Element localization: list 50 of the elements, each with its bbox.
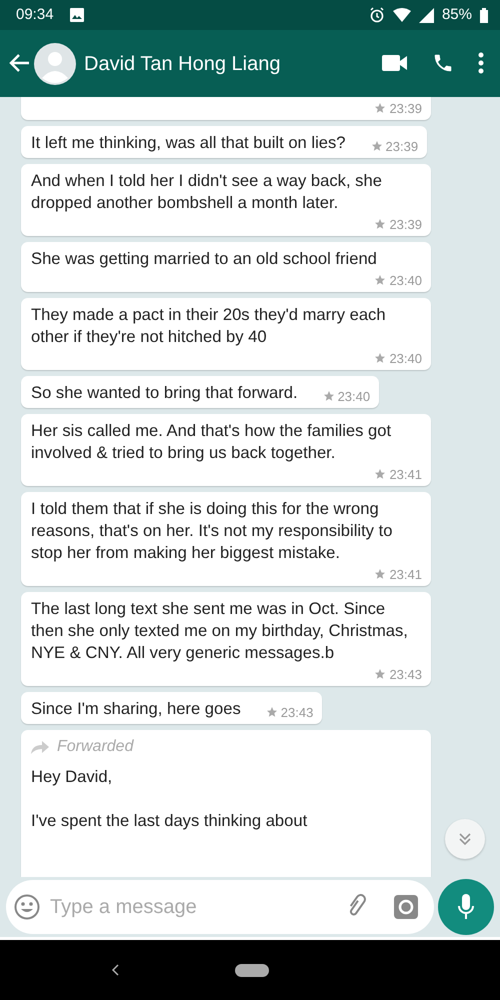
message-input[interactable]: Type a message: [48, 891, 336, 923]
message-bubble[interactable]: And when I told her I didn't see a way back, she dropped another bombshell a month later. 23:39: [21, 164, 431, 236]
message-text: I told them that if she is doing this for the wrong reasons, that's on her. It's not my responsibility to stop her from making her biggest mistake.: [31, 498, 394, 564]
alarm-icon: [368, 7, 385, 23]
message-time: 23:41: [389, 567, 422, 582]
message-field[interactable]: Type a message: [6, 880, 434, 934]
chevrons-down-icon: [458, 832, 472, 846]
message-time: 23:43: [389, 667, 422, 682]
home-nav-icon[interactable]: [235, 964, 269, 976]
message-text: She was getting married to an old school friend: [31, 248, 377, 270]
back-nav-icon[interactable]: [111, 964, 119, 976]
message-text: The last long text she sent me was in Oct. Since then she only texted me on my birthday, Christmas, NYE & CNY. All very generic messages.b: [31, 598, 409, 664]
message-bubble[interactable]: They made a pact in their 20s they'd marry each other if they're not hitched by 40 23:40: [21, 298, 431, 370]
forward-icon: [31, 740, 49, 754]
message-text: It left me thinking, was all that built on lies?: [31, 132, 346, 154]
battery-icon: [480, 8, 488, 22]
message-bubble[interactable]: It left me thinking, was all that built on lies? 23:39: [21, 126, 428, 158]
signal-icon: [418, 8, 434, 22]
image-icon: [70, 8, 84, 22]
message-text: And when I told her I didn't see a way back, she dropped another bombshell a month later.: [31, 170, 383, 214]
message-bubble[interactable]: She was getting married to an old school friend 23:40: [21, 242, 431, 292]
message-time: 23:40: [389, 351, 422, 366]
message-bubble[interactable]: Since I'm sharing, here goes 23:43: [21, 692, 322, 724]
camera-icon[interactable]: [394, 895, 418, 919]
message-text: Her sis called me. And that's how the families got involved & tried to bring us back together.: [31, 420, 392, 464]
avatar-icon[interactable]: [34, 42, 76, 84]
message-time: 23:43: [280, 705, 314, 720]
message-time: 23:41: [389, 467, 422, 482]
message-text: They made a pact in their 20s they'd marry each other if they're not hitched by 40: [31, 304, 387, 348]
message-time: 23:40: [389, 273, 422, 288]
battery-percent: 85%: [442, 4, 472, 25]
forwarded-label: Forwarded: [57, 737, 134, 757]
message-time: 23:40: [338, 389, 370, 404]
contact-name[interactable]: David Tan Hong Liang: [84, 48, 280, 78]
menu-button[interactable]: [478, 52, 484, 76]
wifi-icon: [392, 8, 411, 22]
message-bubble[interactable]: So she wanted to bring that forward. 23:40: [21, 376, 380, 408]
message-bubble[interactable]: Forwarded Hey David, I've spent the last days thinking about: [21, 730, 431, 880]
message-bubble[interactable]: The last long text she sent me was in Oct. Since then she only texted me on my birthday, Christmas, NYE & CNY. All very generic messages.b 23:43: [21, 592, 431, 686]
message-text: Since I'm sharing, here goes: [31, 698, 241, 720]
status-time: 09:34: [16, 4, 54, 25]
message-time: 23:39: [386, 139, 418, 154]
message-time: 23:39: [389, 217, 422, 232]
message-text: So she wanted to bring that forward.: [31, 382, 298, 404]
message-text: Hey David, I've spent the last days thinking about: [31, 766, 308, 832]
emoji-icon[interactable]: [14, 894, 40, 920]
message-bubble[interactable]: I told them that if she is doing this for the wrong reasons, that's on her. It's not my responsibility to stop her from making her biggest mistake. 23:41: [21, 492, 431, 586]
message-time: 23:39: [389, 101, 422, 116]
microphone-icon: [458, 894, 474, 920]
message-bubble[interactable]: Her sis called me. And that's how the families got involved & tried to bring us back together. 23:41: [21, 414, 431, 486]
